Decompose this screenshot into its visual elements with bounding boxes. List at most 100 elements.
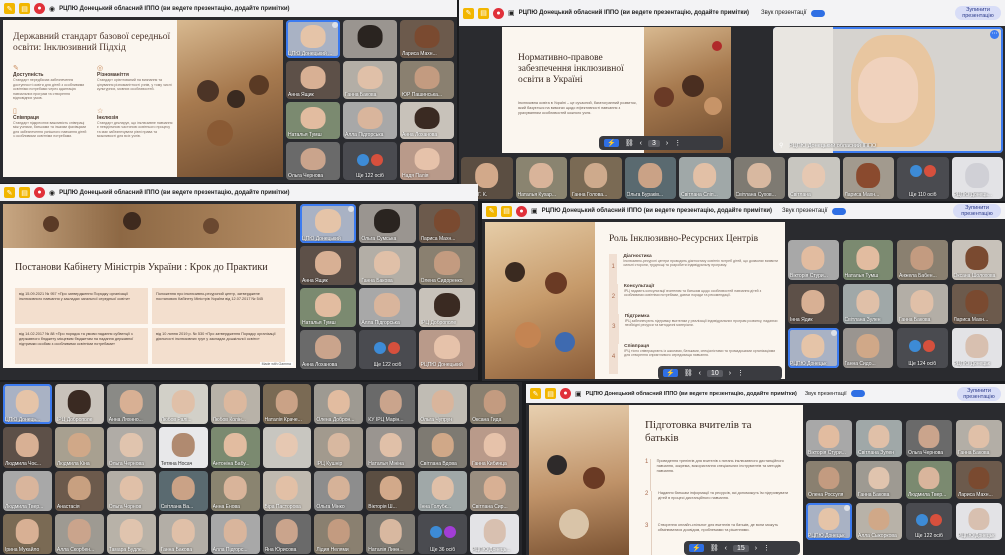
participant-tile[interactable]: РЦПЮ Донецьк [788,328,839,368]
record-icon[interactable]: ● [34,187,45,198]
more-participants-tile[interactable]: Ще 124 осіб [897,328,948,368]
notes-icon[interactable]: ✎ [530,388,541,399]
notes-icon[interactable]: ✎ [4,187,15,198]
participant-tile[interactable]: Ганна Бакова [359,246,416,285]
participant-tile[interactable]: Алла Підгорська [359,288,416,327]
prev-slide-button[interactable]: ‹ [640,140,642,147]
participant-tile[interactable]: РЦПЮ Донецьк [956,502,1002,540]
participant-tile[interactable]: Антоніна Бабу... [210,427,260,468]
next-slide-button[interactable]: › [755,545,757,552]
participant-tile[interactable]: Тетяна Носач [158,427,208,468]
participant-tile[interactable]: Надя Палія [400,142,454,180]
participant-tile[interactable]: Ганна Бакова [158,513,208,554]
participant-tile[interactable]: Ольга Чупрун [418,384,468,425]
participant-tile[interactable]: ІРЦ Доброполе [54,384,104,425]
participant-tile[interactable]: Ольга Чернова [906,420,952,458]
participant-tile[interactable]: Світлана Зулен [856,420,902,458]
participant-tile[interactable]: ЦПЮ Донецький ... [286,20,340,58]
lightning-icon[interactable]: ⚡ [604,139,619,147]
participant-tile[interactable]: Лариса Махн... [951,284,1002,324]
participant-tile[interactable]: Алла Сыкоркова [856,502,902,540]
link-icon[interactable]: ⛓ [710,544,719,552]
participant-tile[interactable]: Ольга Чернова [106,427,156,468]
participant-tile[interactable]: Ольга Чорнов [106,470,156,511]
participant-tile[interactable]: ІРЦ Доброполе [418,288,475,327]
participant-tile[interactable]: ЦПЮ Донецький [300,204,357,243]
participant-tile[interactable]: ІРЦ Кушнір [314,427,364,468]
participant-tile[interactable]: Інна Ядик [788,284,839,324]
prev-slide-button[interactable]: ‹ [725,545,727,552]
participant-tile[interactable]: Оксана Шолохова [951,240,1002,280]
notes-icon[interactable]: ✎ [463,7,474,19]
participant-tile[interactable]: Ольга Мінко [314,470,364,511]
next-slide-button[interactable]: › [729,370,731,377]
slides-icon[interactable]: ▤ [545,388,556,399]
participant-tile[interactable]: Ольга Сумська [359,204,416,243]
participant-tile[interactable]: Анна Енова [210,470,260,511]
notes-icon[interactable]: ✎ [4,3,15,14]
participant-tile[interactable]: Ганна Бакова [956,420,1002,458]
more-icon[interactable]: ⋮ [763,544,770,552]
slides-icon[interactable]: ▤ [19,3,30,14]
participant-tile[interactable]: Лариса Махн... [418,204,475,243]
next-slide-button[interactable]: › [666,140,668,147]
sound-toggle[interactable] [831,207,846,215]
record-icon[interactable]: ● [34,3,45,14]
participant-tile[interactable]: Світлана Сир... [470,470,519,511]
participant-tile[interactable]: Любов Ралі... [158,384,208,425]
participant-tile[interactable]: Алла Скорбен... [54,513,104,554]
participant-tile[interactable]: Анна Ляхнно... [106,384,156,425]
link-icon[interactable]: ⛓ [684,369,693,377]
record-icon[interactable]: ● [516,205,527,217]
participant-tile[interactable]: Олена Доброн... [314,384,364,425]
notes-icon[interactable]: ✎ [486,205,497,217]
participant-tile[interactable]: РЦПЮ Донець... [470,513,519,554]
lightning-icon[interactable]: ⚡ [663,369,678,377]
more-participants-tile[interactable]: Ще 122 осіб [906,502,952,540]
more-icon[interactable]: ⋮ [674,139,681,147]
prev-slide-button[interactable]: ‹ [699,370,701,377]
participant-tile[interactable]: КУ ІРЦ Марін... [366,384,416,425]
participant-tile[interactable]: Оксана Гида [470,384,519,425]
lightning-icon[interactable]: ⚡ [689,544,704,552]
participant-tile[interactable]: Ганна Бакова [343,60,397,99]
stop-presenting-button[interactable]: Зупинити презентацію [953,204,1001,218]
more-icon[interactable]: ⋯ [990,30,999,39]
participant-tile[interactable]: Анастасія [54,470,104,511]
participant-tile[interactable]: Ірина Мукайло [3,513,52,554]
participant-tile[interactable]: Світлана Ва... [158,470,208,511]
slides-icon[interactable]: ▤ [19,187,30,198]
sound-toggle[interactable] [810,9,825,17]
participant-tile[interactable] [262,427,312,468]
participant-tile[interactable]: Анна Лоханова [300,330,357,369]
participant-tile[interactable]: Лариса Махн... [400,20,454,58]
participant-tile[interactable]: РЦПЮ Донецький [418,330,475,369]
participant-tile[interactable]: Тамара Будле... [106,513,156,554]
participant-tile[interactable]: Вікторія Стури... [806,420,852,458]
participant-tile[interactable]: Олена Сидоренко [418,246,475,285]
participant-tile[interactable]: Ганна Сидо... [842,328,893,368]
participant-tile[interactable]: Анна Ящик [300,246,357,285]
participant-tile[interactable]: ЦПЮ Донець... [3,384,52,425]
participant-tile[interactable]: ЮР Пашинська... [400,60,454,99]
participant-tile[interactable]: Ганна Кибинца [470,427,519,468]
participant-tile[interactable]: Світлана [788,157,840,199]
participant-tile[interactable]: Людмила Твер... [3,470,52,511]
participant-tile[interactable]: Наталія Линн... [366,513,416,554]
participant-tile[interactable]: Яна Юрисова [262,513,312,554]
participant-tile[interactable]: Інна Голубк... [418,470,468,511]
participant-tile[interactable]: Олена Россуля [806,461,852,499]
participant-tile[interactable]: Ганна Бакова [856,461,902,499]
participant-tile[interactable]: Наталья Тумш [300,288,357,327]
participant-tile[interactable]: Світлана Сухов... [733,157,785,199]
participant-tile[interactable]: Наталія Краче... [262,384,312,425]
slides-icon[interactable]: ▤ [478,7,489,19]
more-participants-tile[interactable]: Ще 36 осіб [418,513,468,554]
more-participants-tile[interactable]: Ще 122 осіб [359,330,416,369]
participant-tile[interactable]: Вікторія Ш... [366,470,416,511]
link-icon[interactable]: ⛓ [625,139,634,147]
participant-tile[interactable]: Вікторія Стури... [788,240,839,280]
participant-tile[interactable]: Лідия Нелями [314,513,364,554]
participant-tile[interactable]: Ганна Бакова [897,284,948,324]
more-participants-tile[interactable]: Ще 122 осіб [343,142,397,180]
